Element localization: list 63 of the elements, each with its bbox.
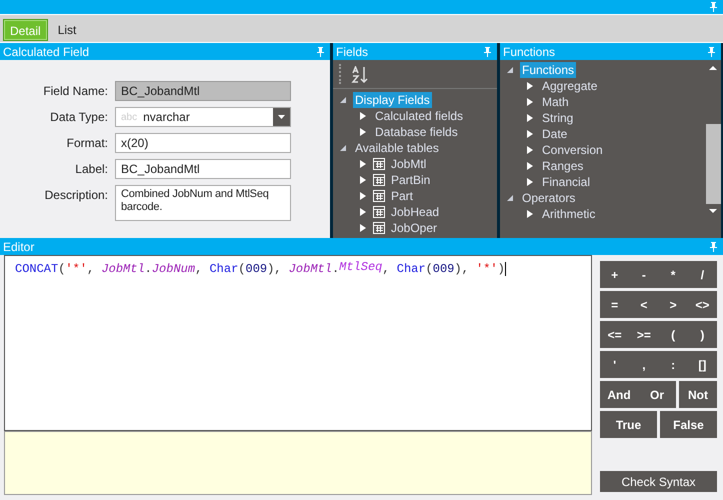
panel-title: Fields (336, 44, 368, 58)
tree-item[interactable]: JobMtl (389, 156, 428, 172)
tree-item[interactable]: Available tables (353, 140, 441, 156)
caret-icon (278, 115, 285, 119)
expand-arrow-icon[interactable] (526, 178, 534, 186)
table-icon (373, 190, 385, 202)
pin-icon[interactable] (317, 46, 324, 56)
expand-arrow-icon[interactable] (359, 208, 367, 216)
expand-arrow-icon[interactable] (359, 160, 367, 168)
expand-arrow-icon[interactable] (526, 114, 534, 122)
expand-arrow-icon[interactable] (526, 162, 534, 170)
expand-arrow-icon[interactable] (359, 192, 367, 200)
tab[interactable]: List (52, 19, 82, 41)
panel-title: Calculated Field (3, 44, 90, 58)
input-field[interactable]: x(20) (115, 133, 291, 153)
tree-item[interactable]: PartBin (389, 172, 432, 188)
expand-arrow-icon[interactable] (526, 146, 534, 154)
tree-item[interactable]: Arithmetic (540, 206, 598, 222)
tree-item[interactable]: Part (389, 188, 416, 204)
tree-item[interactable]: Conversion (540, 142, 605, 158)
pin-icon[interactable] (708, 46, 715, 56)
tree-item[interactable]: Ranges (540, 158, 586, 174)
input-field[interactable]: BC_JobandMtl (115, 159, 291, 179)
field-label: Data Type: (49, 109, 108, 124)
tree-item[interactable]: Financial (540, 174, 592, 190)
tree-item[interactable]: Operators (520, 190, 578, 206)
pin-icon[interactable] (710, 242, 717, 252)
expand-arrow-icon[interactable] (526, 98, 534, 106)
expand-arrow-icon[interactable] (359, 176, 367, 184)
field-label: Label: (74, 161, 108, 176)
expand-arrow-icon[interactable] (359, 112, 367, 120)
tree-item[interactable]: JobOper (389, 220, 440, 236)
tree-item[interactable]: Database fields (373, 124, 460, 140)
collapse-arrow-icon[interactable] (506, 194, 514, 202)
collapse-arrow-icon[interactable] (339, 96, 347, 104)
tree-item[interactable]: Date (540, 126, 570, 142)
tree-item[interactable]: Calculated fields (373, 108, 466, 124)
table-icon (373, 174, 385, 186)
sort-icon[interactable] (351, 66, 369, 82)
panel-title: Editor (3, 240, 34, 254)
tree-item[interactable]: JobHead (389, 204, 442, 220)
collapse-arrow-icon[interactable] (506, 66, 514, 74)
check-syntax-button[interactable]: Check Syntax (600, 471, 717, 492)
pin-icon[interactable] (484, 46, 491, 56)
expand-arrow-icon[interactable] (526, 82, 534, 90)
expand-arrow-icon[interactable] (359, 128, 367, 136)
table-icon (373, 206, 385, 218)
field-label: Field Name: (42, 83, 108, 98)
field-label: Description: (44, 187, 108, 202)
collapse-arrow-icon[interactable] (339, 144, 347, 152)
panel-title: Functions (503, 44, 556, 58)
expand-arrow-icon[interactable] (526, 210, 534, 218)
table-icon (373, 222, 385, 234)
input-field: BC_JobandMtl (115, 81, 291, 101)
table-icon (373, 158, 385, 170)
expand-arrow-icon[interactable] (359, 224, 367, 232)
tree-item[interactable]: Aggregate (540, 78, 600, 94)
tree-item[interactable]: String (540, 110, 576, 126)
field-label: Format: (66, 135, 108, 150)
pin-icon[interactable] (710, 2, 717, 12)
tree-item[interactable]: Math (540, 94, 571, 110)
expand-arrow-icon[interactable] (526, 130, 534, 138)
text-area[interactable]: Combined JobNum and MtlSeq barcode. (115, 185, 291, 221)
